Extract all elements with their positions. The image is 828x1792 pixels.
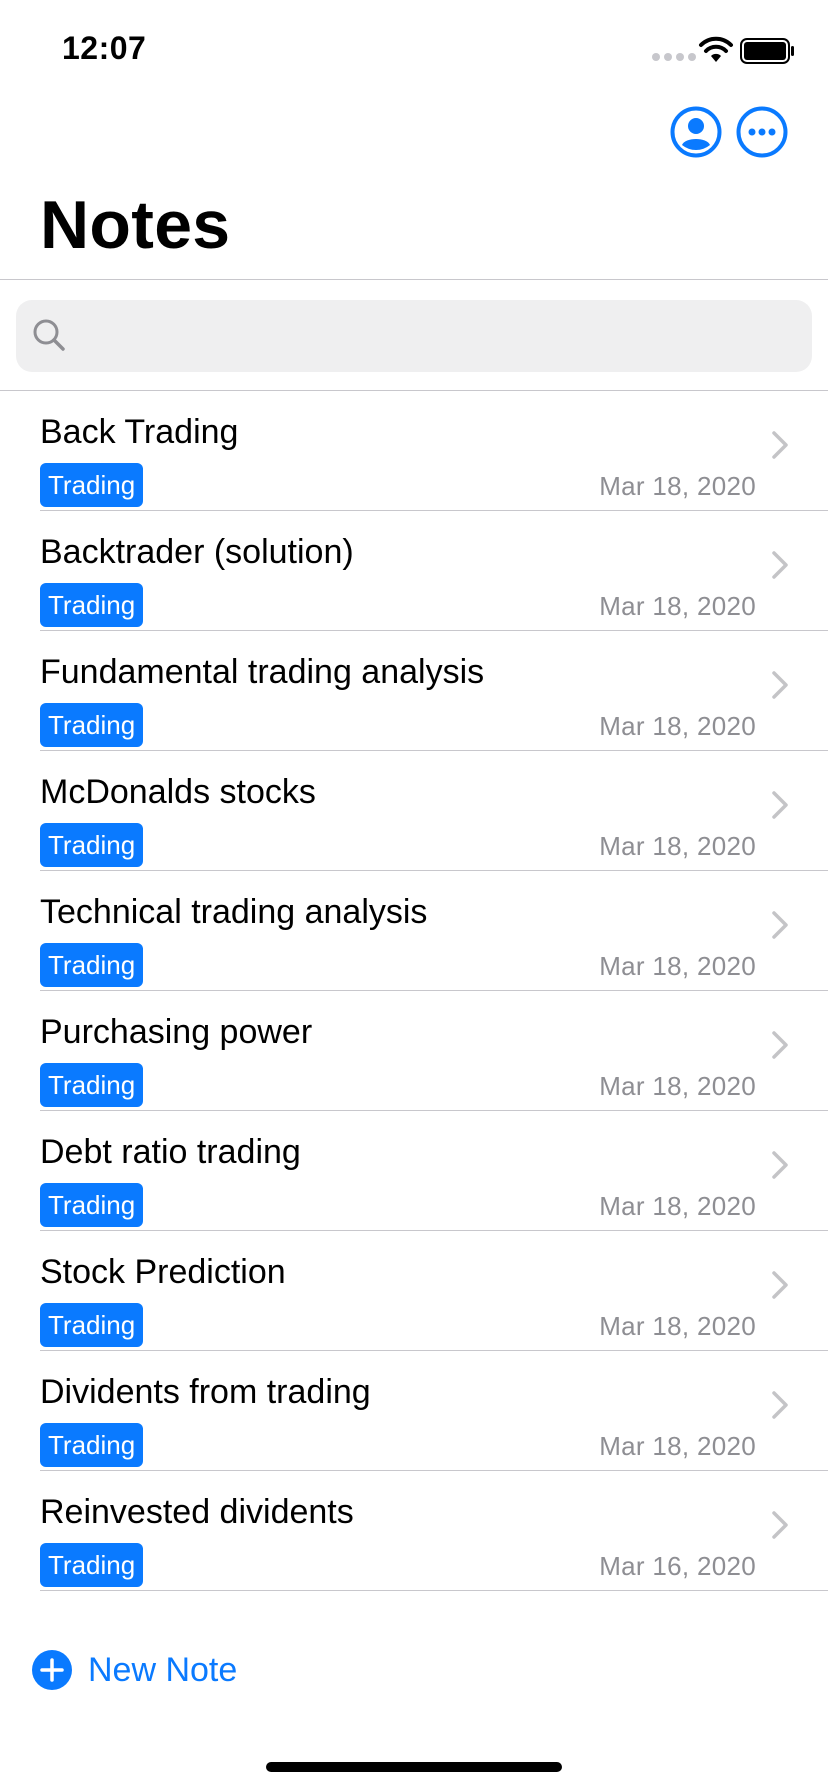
note-title: Stock Prediction (40, 1253, 286, 1291)
list-item[interactable]: Fundamental trading analysis Trading Mar… (0, 631, 828, 751)
note-title: Technical trading analysis (40, 893, 428, 931)
list-item[interactable]: Reinvested dividents Trading Mar 16, 202… (0, 1471, 828, 1591)
note-date: Mar 18, 2020 (599, 591, 756, 621)
tag-badge: Trading (40, 463, 144, 507)
note-title: Fundamental trading analysis (40, 653, 485, 691)
chevron-right-icon (772, 1511, 788, 1539)
list-item[interactable]: Backtrader (solution) Trading Mar 18, 20… (0, 511, 828, 631)
list-item[interactable]: Purchasing power Trading Mar 18, 2020 (0, 991, 828, 1111)
note-date: Mar 18, 2020 (599, 1191, 756, 1221)
page-title: Notes (40, 187, 231, 263)
note-date: Mar 18, 2020 (599, 1071, 756, 1101)
battery-icon (740, 38, 794, 64)
tag-badge: Trading (40, 1183, 144, 1227)
status-time: 12:07 (62, 30, 147, 66)
chevron-right-icon (772, 551, 788, 579)
search-icon (33, 319, 65, 351)
note-title: Reinvested dividents (40, 1493, 354, 1531)
wifi-icon (699, 36, 733, 62)
chevron-right-icon (772, 1031, 788, 1059)
tag-badge: Trading (40, 943, 144, 987)
tag-badge: Trading (40, 703, 144, 747)
cellular-signal-icon (652, 53, 696, 61)
chevron-right-icon (772, 671, 788, 699)
tag-badge: Trading (40, 823, 144, 867)
note-title: Back Trading (40, 413, 239, 451)
note-date: Mar 18, 2020 (599, 1431, 756, 1461)
chevron-right-icon (772, 1151, 788, 1179)
list-item[interactable]: Back Trading Trading Mar 18, 2020 (0, 391, 828, 511)
note-date: Mar 16, 2020 (599, 1551, 756, 1581)
tag-badge: Trading (40, 1063, 144, 1107)
new-note-label: New Note (88, 1650, 238, 1689)
tag-badge: Trading (40, 1423, 144, 1467)
note-title: Debt ratio trading (40, 1133, 301, 1171)
note-title: Backtrader (solution) (40, 533, 354, 571)
tag-badge: Trading (40, 1543, 144, 1587)
list-item[interactable]: Dividents from trading Trading Mar 18, 2… (0, 1351, 828, 1471)
list-item[interactable]: McDonalds stocks Trading Mar 18, 2020 (0, 751, 828, 871)
tag-badge: Trading (40, 1303, 144, 1347)
chevron-right-icon (772, 1271, 788, 1299)
note-date: Mar 18, 2020 (599, 831, 756, 861)
new-note-button[interactable]: New Note (32, 1650, 237, 1690)
notes-screen: 12:07 Notes Back Trading Trading Mar 18,… (0, 0, 828, 1792)
note-date: Mar 18, 2020 (599, 471, 756, 501)
note-list: Back Trading Trading Mar 18, 2020 Backtr… (0, 391, 828, 1591)
status-bar: 12:07 (0, 0, 828, 96)
note-title: McDonalds stocks (40, 773, 316, 811)
search-input[interactable] (80, 300, 800, 372)
search-field[interactable] (16, 300, 812, 372)
list-item[interactable]: Debt ratio trading Trading Mar 18, 2020 (0, 1111, 828, 1231)
more-options-button[interactable] (736, 106, 788, 158)
chevron-right-icon (772, 431, 788, 459)
plus-circle-icon (32, 1650, 72, 1690)
note-date: Mar 18, 2020 (599, 1311, 756, 1341)
note-date: Mar 18, 2020 (599, 951, 756, 981)
chevron-right-icon (772, 791, 788, 819)
list-item[interactable]: Stock Prediction Trading Mar 18, 2020 (0, 1231, 828, 1351)
note-title: Purchasing power (40, 1013, 313, 1051)
chevron-right-icon (772, 911, 788, 939)
header-divider (0, 279, 828, 280)
tag-badge: Trading (40, 583, 144, 627)
chevron-right-icon (772, 1391, 788, 1419)
note-date: Mar 18, 2020 (599, 711, 756, 741)
note-title: Dividents from trading (40, 1373, 371, 1411)
profile-button[interactable] (670, 106, 722, 158)
home-indicator[interactable] (266, 1762, 562, 1772)
list-item[interactable]: Technical trading analysis Trading Mar 1… (0, 871, 828, 991)
